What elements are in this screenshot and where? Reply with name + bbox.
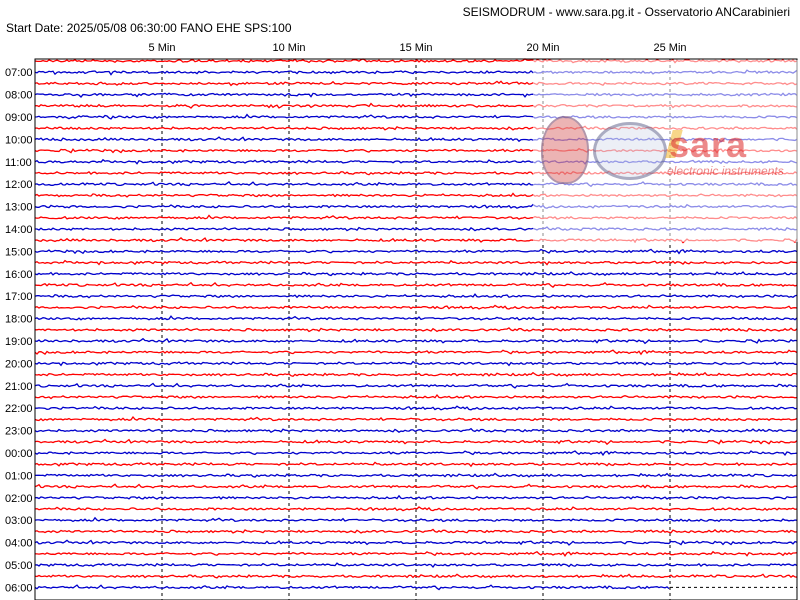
trace-line	[34, 483, 798, 490]
hour-label: 00:00	[5, 448, 33, 460]
trace-line	[34, 584, 670, 591]
hour-label: 15:00	[5, 246, 33, 258]
hour-label: 22:00	[5, 403, 33, 415]
hour-label: 02:00	[5, 493, 33, 505]
hour-label: 23:00	[5, 426, 33, 438]
hour-label: 19:00	[5, 336, 33, 348]
sara-logo-subtitle: electronic instruments	[667, 164, 784, 178]
hour-label: 11:00	[5, 157, 32, 169]
trace-line	[34, 516, 798, 523]
watermark: sara electronic instruments	[533, 60, 798, 242]
hour-label: 17:00	[5, 291, 33, 303]
x-tick-label: 5 Min	[149, 42, 176, 54]
hour-label: 14:00	[5, 224, 33, 236]
observatory-seal-icon	[593, 122, 667, 180]
trace-line	[34, 528, 798, 534]
trace-line	[34, 360, 798, 367]
trace-line	[34, 271, 798, 277]
carabinieri-badge-icon	[541, 116, 589, 184]
hour-label: 16:00	[5, 269, 33, 281]
hour-label: 07:00	[5, 67, 33, 79]
hour-label: 05:00	[5, 560, 33, 572]
hour-label: 18:00	[5, 314, 33, 326]
hour-label: 06:00	[5, 582, 33, 594]
hour-label: 09:00	[5, 112, 33, 124]
hour-label: 03:00	[5, 515, 33, 527]
hour-label: 10:00	[5, 134, 33, 146]
hour-label: 12:00	[5, 179, 33, 191]
hour-label: 08:00	[5, 90, 33, 102]
x-tick-label: 15 Min	[399, 42, 432, 54]
x-tick-label: 25 Min	[653, 42, 686, 54]
hour-label: 04:00	[5, 538, 33, 550]
x-tick-label: 10 Min	[272, 42, 305, 54]
hour-label: 21:00	[5, 381, 33, 393]
hour-label: 01:00	[5, 470, 33, 482]
x-tick-label: 20 Min	[526, 42, 559, 54]
sara-logo-text: sara	[669, 124, 748, 165]
hour-label: 20:00	[5, 358, 33, 370]
hour-label: 13:00	[5, 202, 33, 214]
